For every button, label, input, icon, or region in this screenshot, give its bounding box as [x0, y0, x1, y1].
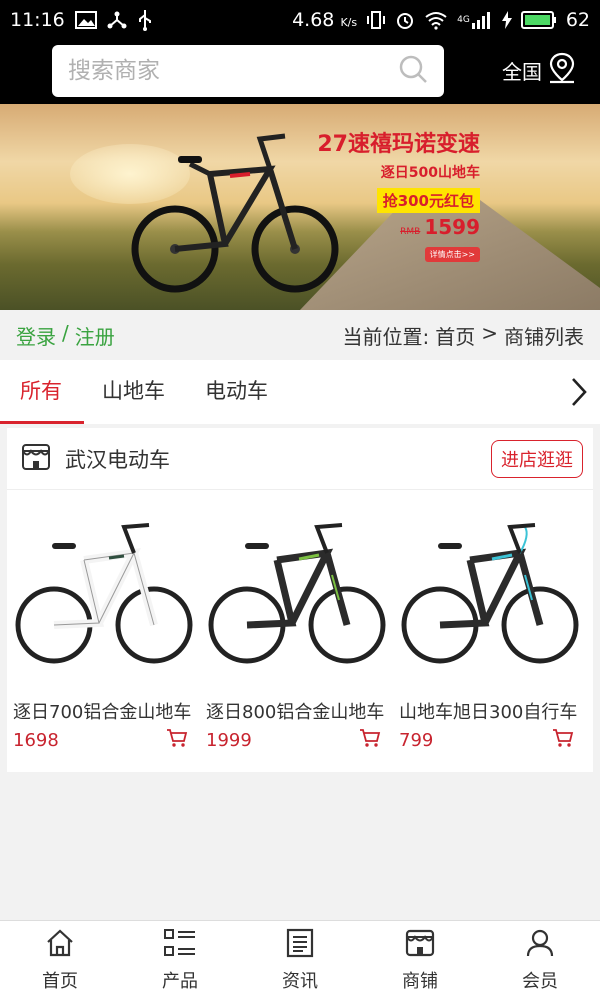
usb-icon — [137, 9, 153, 31]
banner-price: 1599 — [424, 215, 480, 239]
breadcrumb-bar: 登录 / 注册 当前位置: 首页 > 商铺列表 — [0, 310, 600, 360]
banner-text: 27速禧玛诺变速 逐日500山地车 抢300元红包 RMB 1599 详情点击>… — [300, 126, 480, 262]
nav-home[interactable]: 首页 — [0, 921, 120, 1000]
cart-icon[interactable] — [166, 728, 188, 752]
product-name: 逐日800铝合金山地车 — [206, 702, 385, 723]
list-icon — [164, 928, 196, 963]
image-icon — [74, 11, 97, 29]
banner-cta[interactable]: 详情点击>> — [424, 247, 480, 262]
tab-all[interactable]: 所有 — [0, 360, 84, 424]
nav-label: 商铺 — [402, 971, 438, 992]
search-box[interactable] — [52, 45, 444, 97]
tab-mountain-bike[interactable]: 山地车 — [82, 360, 185, 424]
cart-icon[interactable] — [359, 728, 381, 752]
bottom-nav: 首页 产品 资讯 商铺 会员 — [0, 920, 600, 1000]
category-tabs: 所有 山地车 电动车 — [0, 360, 600, 424]
nav-products[interactable]: 产品 — [120, 921, 240, 1000]
vibrate-icon — [366, 10, 386, 30]
breadcrumb-label: 当前位置: — [342, 324, 430, 349]
banner-currency: RMB — [400, 227, 421, 237]
product-image — [206, 510, 387, 690]
header: 全国 — [0, 40, 600, 104]
share-icon — [107, 10, 127, 30]
region-label: 全国 — [502, 60, 542, 84]
battery-level: 62 — [565, 9, 590, 31]
login-link[interactable]: 登录 — [16, 321, 56, 350]
battery-icon — [520, 10, 557, 30]
product-image — [399, 510, 580, 690]
shop-name[interactable]: 武汉电动车 — [65, 444, 170, 474]
product-item[interactable]: 逐日700铝合金山地车 1698 — [7, 490, 200, 752]
product-price: 1999 — [206, 729, 252, 751]
nav-label: 产品 — [162, 971, 198, 992]
store-icon — [21, 442, 51, 476]
shop-card: 武汉电动车 进店逛逛 逐日700铝合金山地车 1698 逐日800铝合金山地车 … — [7, 428, 593, 772]
location-pin-icon — [548, 52, 576, 89]
user-icon — [525, 928, 555, 963]
search-icon[interactable] — [398, 54, 428, 88]
status-bar: 11:16 4.68 K/s 4G 62 — [0, 0, 600, 40]
charging-icon — [501, 11, 512, 29]
store-icon — [405, 928, 435, 963]
nav-label: 会员 — [522, 971, 558, 992]
home-icon — [45, 928, 75, 963]
breadcrumb-current: 商铺列表 — [504, 324, 584, 349]
search-input[interactable] — [68, 58, 398, 84]
enter-shop-button[interactable]: 进店逛逛 — [491, 439, 583, 478]
product-name: 山地车旭日300自行车 — [399, 702, 578, 723]
region-selector[interactable]: 全国 — [502, 52, 576, 89]
product-name: 逐日700铝合金山地车 — [13, 702, 192, 723]
nav-label: 资讯 — [282, 971, 318, 992]
product-item[interactable]: 逐日800铝合金山地车 1999 — [200, 490, 393, 752]
chevron-right-icon[interactable] — [570, 377, 588, 411]
breadcrumb: 当前位置: 首页 > 商铺列表 — [342, 321, 584, 350]
nav-stores[interactable]: 商铺 — [360, 921, 480, 1000]
nav-news[interactable]: 资讯 — [240, 921, 360, 1000]
status-time: 11:16 — [10, 9, 65, 31]
banner-subline: 逐日500山地车 — [380, 165, 480, 181]
tab-electric-bike[interactable]: 电动车 — [185, 360, 288, 424]
banner-headline: 27速禧玛诺变速 — [317, 132, 480, 157]
product-price: 799 — [399, 729, 434, 751]
product-list: 逐日700铝合金山地车 1698 逐日800铝合金山地车 1999 山地车旭日3… — [7, 490, 593, 752]
product-item[interactable]: 山地车旭日300自行车 799 — [393, 490, 586, 752]
signal-icon: 4G — [457, 11, 493, 29]
auth-separator: / — [62, 320, 69, 345]
wifi-icon — [424, 10, 448, 30]
register-link[interactable]: 注册 — [75, 321, 115, 350]
product-price: 1698 — [13, 729, 59, 751]
breadcrumb-home[interactable]: 首页 — [435, 321, 475, 350]
shop-card-header: 武汉电动车 进店逛逛 — [7, 428, 593, 490]
auth-links: 登录 / 注册 — [16, 321, 115, 350]
nav-member[interactable]: 会员 — [480, 921, 600, 1000]
product-image — [13, 510, 194, 690]
promo-banner[interactable]: 27速禧玛诺变速 逐日500山地车 抢300元红包 RMB 1599 详情点击>… — [0, 104, 600, 310]
nav-label: 首页 — [42, 971, 78, 992]
alarm-icon — [395, 10, 415, 30]
news-icon — [285, 928, 315, 963]
banner-promo: 抢300元红包 — [376, 188, 480, 213]
network-speed: 4.68 K/s — [292, 9, 358, 31]
breadcrumb-arrow: > — [481, 320, 498, 345]
cart-icon[interactable] — [552, 728, 574, 752]
